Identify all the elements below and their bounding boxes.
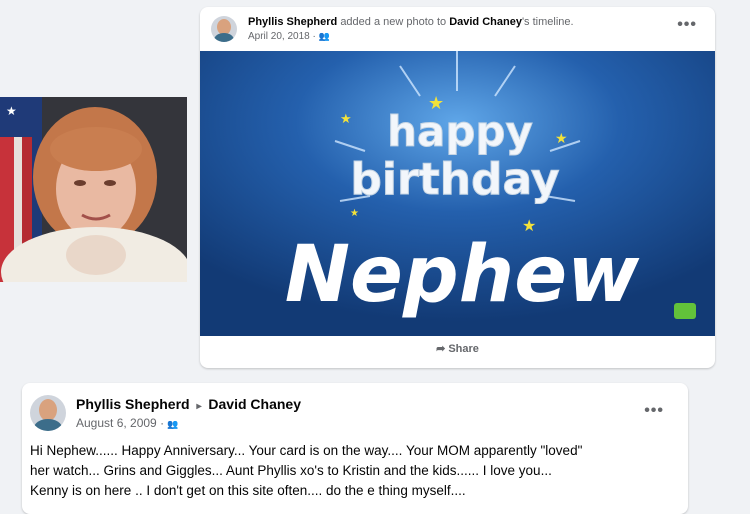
author-avatar[interactable] [30,395,66,431]
share-label: Share [448,343,479,355]
meta-separator: · [312,31,316,42]
post-names: Phyllis Shepherd ▸ David Chaney [76,396,301,412]
banner-text-nephew: Nephew [285,230,640,320]
post-body-line: Kenny is on here .. I don't get on this … [30,483,466,498]
post-meta: April 20, 2018 · 👥 [248,31,330,42]
post-body-text: Hi Nephew...... Happy Anniversary... You… [30,441,680,501]
svg-text:★: ★ [555,131,568,147]
author-name-link[interactable]: Phyllis Shepherd [76,396,190,412]
svg-text:★: ★ [350,208,359,219]
banner-text-birthday: birthday [350,154,559,205]
meta-separator: · [160,416,165,430]
banner-text-happy: happy [387,107,533,156]
share-button[interactable]: ➦ Share [200,342,715,355]
birthday-banner-image[interactable]: ★ ★ ★ ★ ★ happy birthday Nephew [200,51,715,336]
target-name-link[interactable]: David Chaney [449,16,522,28]
post-card-photo: Phyllis Shepherd added a new photo to Da… [200,7,715,368]
post-date-link[interactable]: August 6, 2009 [76,416,157,430]
post-body-line: her watch... Grins and Giggles... Aunt P… [30,463,552,478]
svg-text:★: ★ [340,112,352,127]
profile-portrait-photo: ★ [0,97,187,282]
post-action-text: added a new photo to [340,16,447,28]
target-name-link[interactable]: David Chaney [208,396,301,412]
more-options-button[interactable]: ••• [677,16,697,34]
target-suffix: 's timeline. [521,16,574,28]
friends-icon: 👥 [167,419,179,429]
post-headline: Phyllis Shepherd added a new photo to Da… [248,16,574,28]
share-icon: ➦ [436,343,446,355]
more-options-button[interactable]: ••• [644,402,664,420]
post-meta: August 6, 2009 · 👥 [76,416,179,430]
author-name-link[interactable]: Phyllis Shepherd [248,16,337,28]
post-card-text: Phyllis Shepherd ▸ David Chaney August 6… [22,383,688,514]
friends-icon: 👥 [318,31,330,41]
post-date-link[interactable]: April 20, 2018 [248,31,310,42]
arrow-icon: ▸ [196,401,202,412]
post-body-line: Hi Nephew...... Happy Anniversary... You… [30,443,583,458]
author-avatar[interactable] [211,16,237,42]
svg-text:★: ★ [6,104,17,118]
